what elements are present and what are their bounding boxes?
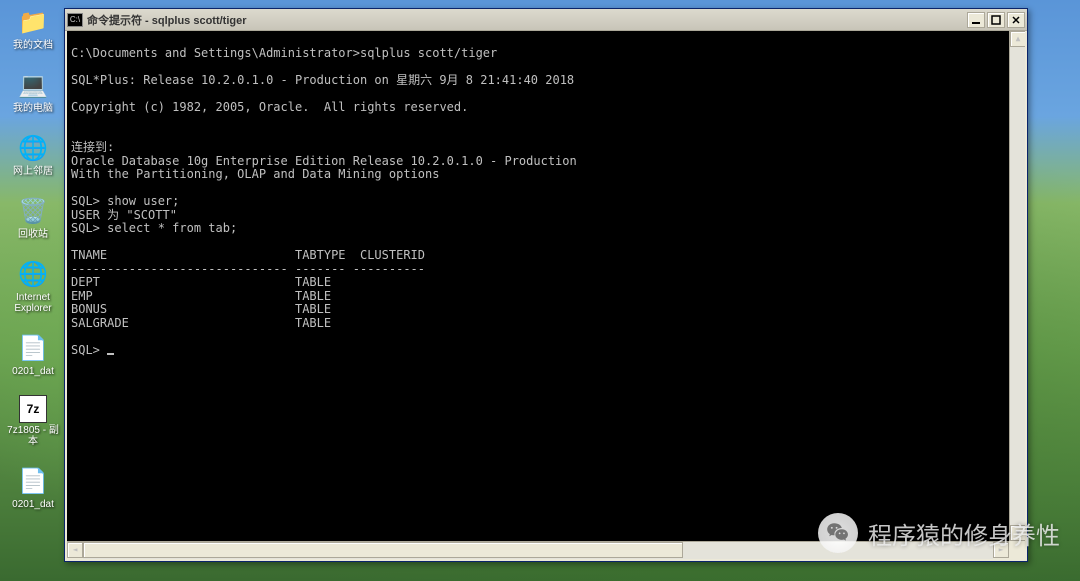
terminal-line: 连接到: (71, 140, 114, 154)
wechat-icon (818, 513, 858, 553)
terminal-line: With the Partitioning, OLAP and Data Min… (71, 167, 439, 181)
vertical-scrollbar[interactable]: ▲ ▼ (1009, 31, 1025, 541)
ie-icon: 🌐 (17, 258, 49, 290)
icon-label: 网上邻居 (13, 166, 53, 177)
close-button[interactable] (1007, 12, 1025, 28)
icon-label: 7z1805 - 副本 (6, 425, 60, 447)
icon-label: 我的电脑 (13, 103, 53, 114)
trash-icon: 🗑️ (17, 195, 49, 227)
icon-label: 0201_dat (12, 499, 54, 510)
maximize-button[interactable] (987, 12, 1005, 28)
terminal-output: C:\Documents and Settings\Administrator>… (71, 33, 1007, 539)
desktop-icon-my-documents[interactable]: 📁 我的文档 (6, 6, 60, 51)
watermark: 程序猿的修身养性 (818, 513, 1060, 553)
terminal-prompt: SQL> (71, 343, 107, 357)
computer-icon: 💻 (17, 69, 49, 101)
window-titlebar[interactable]: C:\ 命令提示符 - sqlplus scott/tiger (65, 9, 1027, 31)
terminal-line: SQL> show user; (71, 194, 179, 208)
icon-label: 我的文档 (13, 40, 53, 51)
icon-label: 0201_dat (12, 366, 54, 377)
terminal-line: C:\Documents and Settings\Administrator>… (71, 46, 497, 60)
terminal-line: ------------------------------ ------- -… (71, 262, 425, 276)
terminal-line: BONUS TABLE (71, 302, 331, 316)
icon-label: Internet Explorer (6, 292, 60, 314)
command-prompt-window: C:\ 命令提示符 - sqlplus scott/tiger C:\Docum… (64, 8, 1028, 562)
terminal-line: TNAME TABTYPE CLUSTERID (71, 248, 425, 262)
terminal-line: DEPT TABLE (71, 275, 331, 289)
desktop-icon-recycle-bin[interactable]: 🗑️ 回收站 (6, 195, 60, 240)
cmd-icon: C:\ (67, 13, 83, 27)
file-icon: 📄 (17, 332, 49, 364)
terminal-line: Copyright (c) 1982, 2005, Oracle. All ri… (71, 100, 468, 114)
terminal-line: SQL> select * from tab; (71, 221, 237, 235)
watermark-text: 程序猿的修身养性 (868, 516, 1060, 551)
desktop-icon-file-0201-2[interactable]: 📄 0201_dat (6, 465, 60, 510)
network-icon: 🌐 (17, 132, 49, 164)
scrollbar-thumb[interactable] (83, 542, 683, 558)
terminal-body[interactable]: C:\Documents and Settings\Administrator>… (65, 31, 1027, 561)
icon-label: 回收站 (18, 229, 48, 240)
desktop-icon-ie[interactable]: 🌐 Internet Explorer (6, 258, 60, 314)
archive-icon: 7z (19, 395, 47, 423)
scrollbar-track[interactable] (1010, 47, 1025, 525)
scroll-left-button[interactable]: ◄ (67, 542, 83, 558)
terminal-cursor (107, 353, 114, 355)
desktop-icon-7zip[interactable]: 7z 7z1805 - 副本 (6, 395, 60, 447)
folder-icon: 📁 (17, 6, 49, 38)
terminal-line: EMP TABLE (71, 289, 331, 303)
desktop-icon-my-computer[interactable]: 💻 我的电脑 (6, 69, 60, 114)
terminal-line: SALGRADE TABLE (71, 316, 331, 330)
terminal-line: SQL*Plus: Release 10.2.0.1.0 - Productio… (71, 73, 574, 87)
scroll-up-button[interactable]: ▲ (1010, 31, 1026, 47)
desktop-icon-file-0201[interactable]: 📄 0201_dat (6, 332, 60, 377)
terminal-line: Oracle Database 10g Enterprise Edition R… (71, 154, 577, 168)
minimize-button[interactable] (967, 12, 985, 28)
desktop-icons-column: 📁 我的文档 💻 我的电脑 🌐 网上邻居 🗑️ 回收站 🌐 Internet E… (6, 6, 60, 510)
file-icon: 📄 (17, 465, 49, 497)
terminal-line: USER 为 "SCOTT" (71, 208, 177, 222)
window-title: 命令提示符 - sqlplus scott/tiger (87, 12, 247, 28)
desktop-icon-network[interactable]: 🌐 网上邻居 (6, 132, 60, 177)
